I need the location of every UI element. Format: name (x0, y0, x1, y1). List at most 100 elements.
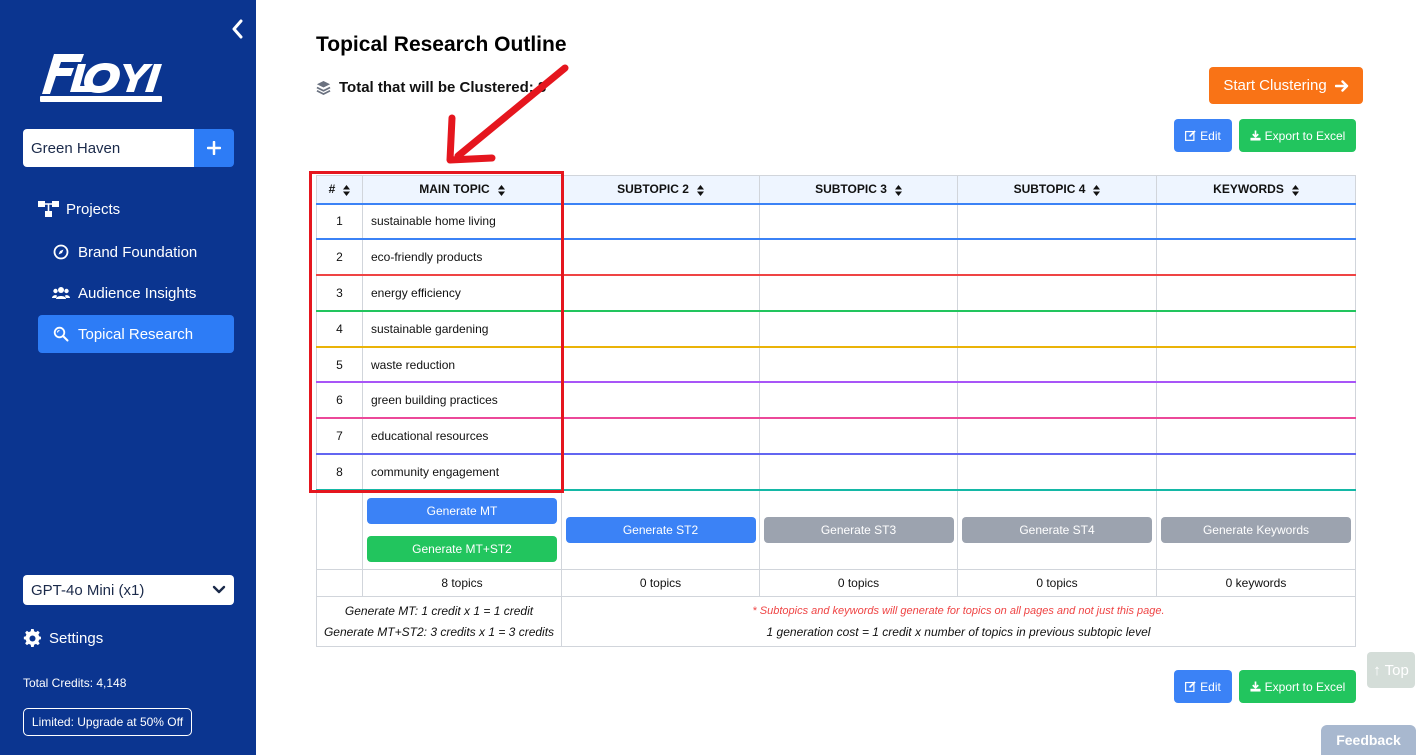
keywords-cell[interactable] (1156, 381, 1356, 420)
export-excel-button-top[interactable]: Export to Excel (1239, 119, 1356, 152)
sitemap-icon (38, 200, 60, 218)
upgrade-button[interactable]: Limited: Upgrade at 50% Off (23, 708, 192, 736)
generate-mt-button[interactable]: Generate MT (367, 498, 557, 525)
subtopic-2-cell[interactable] (561, 238, 760, 277)
col-header-main-topic[interactable]: MAIN TOPIC (362, 175, 562, 205)
subtopic-3-cell[interactable] (759, 346, 958, 384)
mt-cost-text: Generate MT: 1 credit x 1 = 1 credit (344, 603, 534, 618)
edit-icon (1185, 681, 1196, 692)
nav-audience-insights[interactable]: Audience Insights (50, 282, 196, 304)
table-row[interactable]: 3 energy efficiency (316, 274, 1356, 312)
row-number: 4 (316, 310, 363, 348)
main-topic-cell[interactable]: green building practices (362, 381, 562, 420)
settings-link[interactable]: Settings (23, 629, 103, 648)
table-row[interactable]: 5 waste reduction (316, 346, 1356, 384)
keywords-cell[interactable] (1156, 310, 1356, 348)
subtopic-2-cell[interactable] (561, 381, 760, 420)
generate-st3-button[interactable]: Generate ST3 (763, 517, 954, 544)
table-row[interactable]: 4 sustainable gardening (316, 310, 1356, 348)
keywords-cell[interactable] (1156, 417, 1356, 456)
main-topic-cell[interactable]: community engagement (362, 453, 562, 491)
generate-main-topic-cell: Generate MT Generate MT+ST2 (362, 489, 562, 571)
nav-projects[interactable]: Projects (38, 198, 120, 220)
subtopic-3-cell[interactable] (759, 203, 958, 241)
edit-button-bottom[interactable]: Edit (1174, 670, 1232, 703)
keywords-cell[interactable] (1156, 274, 1356, 312)
subtopic-4-cell[interactable] (957, 381, 1157, 420)
sort-icon (1291, 184, 1299, 196)
edit-button-top[interactable]: Edit (1174, 119, 1232, 152)
subtopic-2-cell[interactable] (561, 274, 760, 312)
subtopic-4-cell[interactable] (957, 238, 1157, 277)
export-label: Export to Excel (1264, 679, 1346, 694)
subtopic-2-cell[interactable] (561, 417, 760, 456)
col-header-subtopic-2[interactable]: SUBTOPIC 2 (561, 175, 760, 205)
collapse-sidebar-button[interactable] (226, 16, 248, 42)
edit-label: Edit (1200, 679, 1221, 694)
generate-st2-button[interactable]: Generate ST2 (565, 517, 756, 544)
subtopic-4-cell[interactable] (957, 346, 1157, 384)
scroll-top-button[interactable]: ↑ Top (1367, 652, 1415, 688)
model-select[interactable]: GPT-4o Mini (x1) (23, 575, 234, 605)
nav-brand-foundation[interactable]: Brand Foundation (50, 241, 197, 263)
subtopic-3-cell[interactable] (759, 417, 958, 456)
page-title: Topical Research Outline (316, 33, 567, 56)
subtopic-4-cell[interactable] (957, 453, 1157, 491)
generate-keywords-cell: Generate Keywords (1156, 489, 1356, 571)
main-topic-cell[interactable]: waste reduction (362, 346, 562, 384)
start-clustering-button[interactable]: Start Clustering (1209, 67, 1363, 104)
col-header-keywords[interactable]: KEYWORDS (1156, 175, 1356, 205)
mt-cost-note: Generate MT: 1 credit x 1 = 1 credit Gen… (316, 596, 562, 648)
table-row[interactable]: 7 educational resources (316, 417, 1356, 456)
main-topic-cell[interactable]: eco-friendly products (362, 238, 562, 277)
generate-mt-st2-button[interactable]: Generate MT+ST2 (367, 536, 557, 563)
col-header-label: # (328, 182, 336, 197)
subtopic-3-cell[interactable] (759, 310, 958, 348)
table-row[interactable]: 8 community engagement (316, 453, 1356, 491)
col-header-subtopic-3[interactable]: SUBTOPIC 3 (759, 175, 958, 205)
add-project-button[interactable] (194, 129, 234, 167)
subtopic-2-cell[interactable] (561, 346, 760, 384)
generation-cost-text: 1 generation cost = 1 credit x number of… (766, 624, 1151, 639)
subtopic-3-cell[interactable] (759, 238, 958, 277)
subtopic-4-cell[interactable] (957, 203, 1157, 241)
nav-topical-research-label: Topical Research (78, 325, 194, 343)
project-select[interactable]: Green Haven (23, 129, 195, 167)
generate-st4-button[interactable]: Generate ST4 (962, 517, 1152, 544)
keywords-cell[interactable] (1156, 346, 1356, 384)
keywords-cell[interactable] (1156, 453, 1356, 491)
keywords-cell[interactable] (1156, 238, 1356, 277)
mt-st2-cost-text: Generate MT+ST2: 3 credits x 1 = 3 credi… (323, 624, 555, 639)
col-header-number[interactable]: # (316, 175, 363, 205)
table-row[interactable]: 2 eco-friendly products (316, 238, 1356, 277)
nav-topical-research[interactable]: Topical Research (38, 315, 234, 353)
feedback-button[interactable]: Feedback (1321, 725, 1416, 755)
subtopic-3-cell[interactable] (759, 381, 958, 420)
main-topic-cell[interactable]: sustainable gardening (362, 310, 562, 348)
subtopic-4-cell[interactable] (957, 274, 1157, 312)
generate-st4-cell: Generate ST4 (957, 489, 1157, 571)
col-header-label: MAIN TOPIC (419, 182, 490, 197)
main-topic-cell[interactable]: educational resources (362, 417, 562, 456)
col-header-subtopic-4[interactable]: SUBTOPIC 4 (957, 175, 1157, 205)
main-topic-cell[interactable]: sustainable home living (362, 203, 562, 241)
table-row[interactable]: 1 sustainable home living (316, 203, 1356, 241)
subtopic-2-cell[interactable] (561, 453, 760, 491)
table-row[interactable]: 6 green building practices (316, 381, 1356, 420)
generate-keywords-button[interactable]: Generate Keywords (1161, 517, 1351, 544)
main-topic-cell[interactable]: energy efficiency (362, 274, 562, 312)
subtopic-2-cell[interactable] (561, 310, 760, 348)
subtopic-3-cell[interactable] (759, 274, 958, 312)
subtopic-3-cell[interactable] (759, 453, 958, 491)
users-icon (50, 284, 72, 302)
subtopic-4-cell[interactable] (957, 310, 1157, 348)
subtopic-4-cell[interactable] (957, 417, 1157, 456)
row-number: 7 (316, 417, 363, 456)
subtopic-2-cell[interactable] (561, 203, 760, 241)
keywords-cell[interactable] (1156, 203, 1356, 241)
export-excel-button-bottom[interactable]: Export to Excel (1239, 670, 1356, 703)
floyi-logo (40, 54, 162, 102)
annotation-arrow (446, 64, 569, 164)
subtopic-3-count: 0 topics (759, 569, 958, 598)
sort-icon (696, 184, 704, 196)
